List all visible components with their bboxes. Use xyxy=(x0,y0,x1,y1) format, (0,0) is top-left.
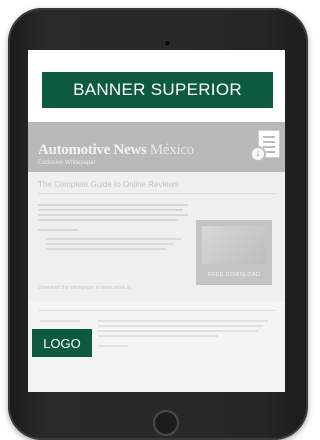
download-note: Download the whitepaper to learn more in… xyxy=(38,285,132,291)
email-masthead: Automotive News México Exclusive Whitepa… xyxy=(28,122,285,172)
article-title: The Complete Guide to Online Reviews xyxy=(38,180,179,189)
logo-label: LOGO xyxy=(43,335,81,351)
footer-divider xyxy=(38,310,275,311)
banner-area: BANNER SUPERIOR xyxy=(28,50,285,122)
home-button[interactable] xyxy=(153,410,179,436)
top-banner-label: BANNER SUPERIOR xyxy=(73,80,242,99)
free-download-button[interactable]: FREE DOWNLOAD xyxy=(196,268,272,282)
brand-logo: Automotive News México xyxy=(38,142,194,159)
top-banner[interactable]: BANNER SUPERIOR xyxy=(42,72,273,108)
document-download-icon: ↓ xyxy=(250,130,280,164)
download-arrow-icon: ↓ xyxy=(250,146,266,162)
tablet-screen: BANNER SUPERIOR Automotive News México E… xyxy=(28,50,285,392)
camera-icon xyxy=(165,41,170,46)
email-footer: LOGO xyxy=(28,302,285,392)
whitepaper-promo[interactable]: FREE DOWNLOAD xyxy=(196,220,272,285)
brand-subtitle: Exclusive Whitepaper xyxy=(38,160,96,166)
whitepaper-cover xyxy=(202,226,266,264)
divider xyxy=(38,193,275,194)
brand-country: México xyxy=(149,142,194,158)
article-preview: The Complete Guide to Online Reviews FRE… xyxy=(28,172,285,302)
brand-main: Automotive News xyxy=(38,142,147,158)
logo-placeholder[interactable]: LOGO xyxy=(32,329,92,357)
